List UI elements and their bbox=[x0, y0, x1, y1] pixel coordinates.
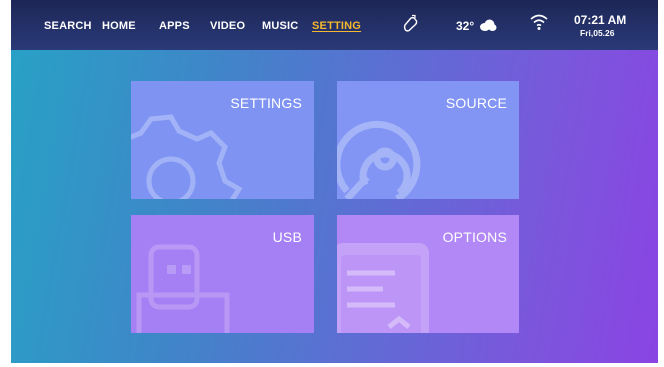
clock-time: 07:21 AM bbox=[574, 13, 627, 27]
top-bar: SEARCH HOME APPS VIDEO MUSIC SETTING 32° bbox=[11, 0, 658, 50]
tile-options[interactable]: OPTIONS bbox=[337, 215, 519, 333]
launcher-screen: SEARCH HOME APPS VIDEO MUSIC SETTING 32° bbox=[11, 0, 658, 363]
rotate-icon[interactable] bbox=[400, 14, 420, 39]
nav-video[interactable]: VIDEO bbox=[210, 20, 245, 32]
nav-home[interactable]: HOME bbox=[102, 20, 136, 32]
tile-source[interactable]: SOURCE bbox=[337, 81, 519, 199]
nav-search[interactable]: SEARCH bbox=[44, 20, 92, 32]
wifi-icon[interactable] bbox=[529, 13, 549, 36]
nav-music[interactable]: MUSIC bbox=[262, 20, 298, 32]
tile-source-label: SOURCE bbox=[445, 95, 507, 111]
tile-usb-label: USB bbox=[272, 229, 302, 245]
cloud-icon bbox=[479, 18, 497, 36]
nav-setting[interactable]: SETTING bbox=[312, 20, 361, 32]
nav-apps[interactable]: APPS bbox=[159, 20, 190, 32]
tile-usb[interactable]: USB bbox=[131, 215, 314, 333]
clock-date: Fri,05.26 bbox=[580, 28, 615, 38]
tile-options-label: OPTIONS bbox=[442, 229, 507, 245]
tile-settings-label: SETTINGS bbox=[230, 95, 302, 111]
temperature: 32° bbox=[456, 19, 475, 33]
tile-settings[interactable]: SETTINGS bbox=[131, 81, 314, 199]
